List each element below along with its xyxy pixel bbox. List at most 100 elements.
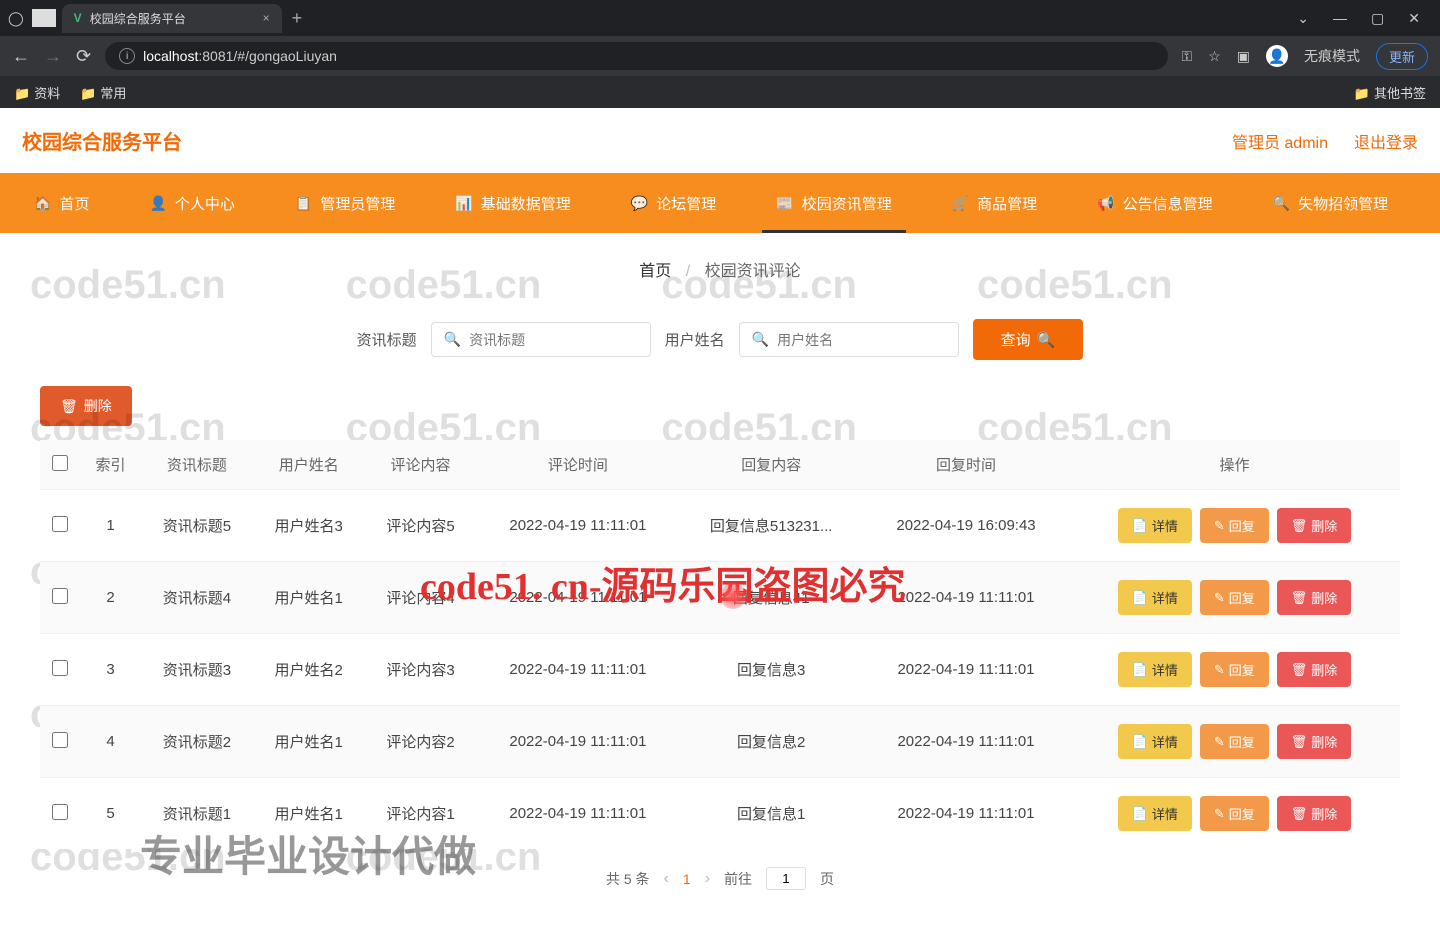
back-icon[interactable]: ← [12, 46, 30, 67]
column-header: 回复时间 [863, 440, 1069, 490]
other-bookmarks[interactable]: 📁其他书签 [1354, 83, 1426, 102]
nav-item[interactable]: 📊基础数据管理 [441, 175, 584, 232]
breadcrumb-current: 校园资讯评论 [705, 263, 801, 280]
forward-icon[interactable]: → [44, 46, 62, 67]
update-button[interactable]: 更新 [1376, 43, 1428, 70]
detail-button[interactable]: 📄 详情 [1118, 580, 1192, 615]
nav-item[interactable]: 🏠首页 [20, 175, 103, 232]
delete-button[interactable]: 🗑 删除 [1277, 724, 1352, 759]
maximize-icon[interactable]: ▢ [1371, 10, 1384, 27]
reply-button[interactable]: ✎ 回复 [1200, 796, 1269, 831]
column-header: 操作 [1069, 440, 1400, 490]
nav-item[interactable]: 📰校园资讯管理 [762, 175, 905, 232]
title-input[interactable] [469, 332, 650, 348]
cell-title: 资讯标题3 [141, 634, 253, 706]
blank-tab-icon[interactable] [32, 9, 56, 27]
nav-icon: 📢 [1097, 195, 1114, 212]
page-current[interactable]: 1 [683, 871, 691, 887]
new-tab-button[interactable]: + [292, 8, 303, 29]
row-checkbox[interactable] [52, 660, 68, 676]
trash-icon: 🗑 [1291, 662, 1308, 678]
cell-index: 5 [80, 778, 141, 850]
breadcrumb: 首页 / 校园资讯评论 [20, 233, 1420, 305]
delete-button[interactable]: 🗑 删除 [1277, 652, 1352, 687]
cell-rtime: 2022-04-19 11:11:01 [863, 634, 1069, 706]
reply-button[interactable]: ✎ 回复 [1200, 652, 1269, 687]
search-input-title[interactable]: 🔍 [431, 322, 651, 357]
row-checkbox[interactable] [52, 732, 68, 748]
batch-delete-button[interactable]: 🗑 删除 [40, 386, 132, 426]
select-all-checkbox[interactable] [52, 455, 68, 471]
bookmark-folder[interactable]: 📁资料 [14, 83, 60, 102]
close-tab-icon[interactable]: × [263, 11, 270, 25]
reply-button[interactable]: ✎ 回复 [1200, 724, 1269, 759]
page-prev-icon[interactable]: ‹ [664, 870, 669, 888]
cell-index: 4 [80, 706, 141, 778]
pagination: 共 5 条 ‹ 1 › 前往 页 [20, 849, 1420, 908]
close-window-icon[interactable]: ✕ [1408, 10, 1420, 27]
nav-item[interactable]: 📋管理员管理 [281, 175, 409, 232]
user-label[interactable]: 管理员 admin [1232, 129, 1328, 153]
cell-index: 1 [80, 490, 141, 562]
browser-tab[interactable]: V 校园综合服务平台 × [62, 4, 282, 33]
doc-icon: 📄 [1132, 806, 1148, 822]
nav-item[interactable]: 👤个人中心 [135, 175, 248, 232]
table-row: 2 资讯标题4 用户姓名1 评论内容4 2022-04-19 11:11:01 … [40, 562, 1400, 634]
nav-label: 论坛管理 [656, 193, 716, 214]
chevron-down-icon[interactable]: ⌄ [1297, 10, 1309, 27]
cell-rtime: 2022-04-19 11:11:01 [863, 778, 1069, 850]
cell-reply: 回复信息1 [679, 778, 863, 850]
nav-item[interactable]: 💬 论坛管理 [617, 175, 730, 232]
delete-button[interactable]: 🗑 删除 [1277, 508, 1352, 543]
app-menu-icon[interactable]: ◯ [8, 10, 24, 27]
cell-user: 用户姓名1 [253, 778, 365, 850]
cell-reply: 回复信息41 [679, 562, 863, 634]
edit-icon: ✎ [1214, 590, 1225, 606]
detail-button[interactable]: 📄 详情 [1118, 508, 1192, 543]
nav-icon: 💬 [631, 195, 648, 212]
delete-button[interactable]: 🗑 删除 [1277, 580, 1352, 615]
cell-ctime: 2022-04-19 11:11:01 [476, 490, 679, 562]
detail-button[interactable]: 📄 详情 [1118, 796, 1192, 831]
reply-button[interactable]: ✎ 回复 [1200, 508, 1269, 543]
extensions-icon[interactable]: ▣ [1237, 48, 1250, 65]
minimize-icon[interactable]: — [1333, 10, 1347, 27]
row-checkbox[interactable] [52, 516, 68, 532]
search-label-title: 资讯标题 [357, 329, 417, 350]
page-next-icon[interactable]: › [705, 870, 710, 888]
nav-label: 首页 [59, 193, 89, 214]
nav-label: 个人中心 [175, 193, 235, 214]
url-input[interactable]: i localhost:8081/#/gongaoLiuyan [105, 42, 1167, 70]
logout-link[interactable]: 退出登录 [1354, 129, 1418, 153]
incognito-icon: 👤 [1266, 45, 1288, 67]
cell-user: 用户姓名3 [253, 490, 365, 562]
cell-rtime: 2022-04-19 16:09:43 [863, 490, 1069, 562]
trash-icon: 🗑 [1291, 734, 1308, 750]
site-info-icon[interactable]: i [119, 48, 135, 64]
column-header: 用户姓名 [253, 440, 365, 490]
bookmark-folder[interactable]: 📁常用 [80, 83, 126, 102]
nav-item[interactable]: 📢公告信息管理 [1083, 175, 1226, 232]
user-input[interactable] [777, 332, 958, 348]
key-icon[interactable]: ⚿ [1182, 48, 1193, 65]
delete-button[interactable]: 🗑 删除 [1277, 796, 1352, 831]
cell-reply: 回复信息2 [679, 706, 863, 778]
page-goto-input[interactable] [766, 867, 806, 890]
row-checkbox[interactable] [52, 804, 68, 820]
search-input-user[interactable]: 🔍 [739, 322, 959, 357]
reply-button[interactable]: ✎ 回复 [1200, 580, 1269, 615]
reload-icon[interactable]: ⟳ [76, 46, 91, 67]
breadcrumb-home[interactable]: 首页 [639, 263, 671, 280]
star-icon[interactable]: ☆ [1208, 48, 1221, 65]
cell-title: 资讯标题4 [141, 562, 253, 634]
detail-button[interactable]: 📄 详情 [1118, 724, 1192, 759]
row-checkbox[interactable] [52, 588, 68, 604]
trash-icon: 🗑 [60, 398, 78, 415]
detail-button[interactable]: 📄 详情 [1118, 652, 1192, 687]
nav-item[interactable]: 🔍失物招领管理 [1259, 175, 1402, 232]
query-button[interactable]: 查询 🔍 [973, 319, 1084, 360]
table-row: 5 资讯标题1 用户姓名1 评论内容1 2022-04-19 11:11:01 … [40, 778, 1400, 850]
data-table: 索引资讯标题用户姓名评论内容评论时间回复内容回复时间操作 1 资讯标题5 用户姓… [40, 440, 1400, 849]
nav-icon: 📊 [455, 195, 472, 212]
nav-item[interactable]: 🛒商品管理 [938, 175, 1051, 232]
